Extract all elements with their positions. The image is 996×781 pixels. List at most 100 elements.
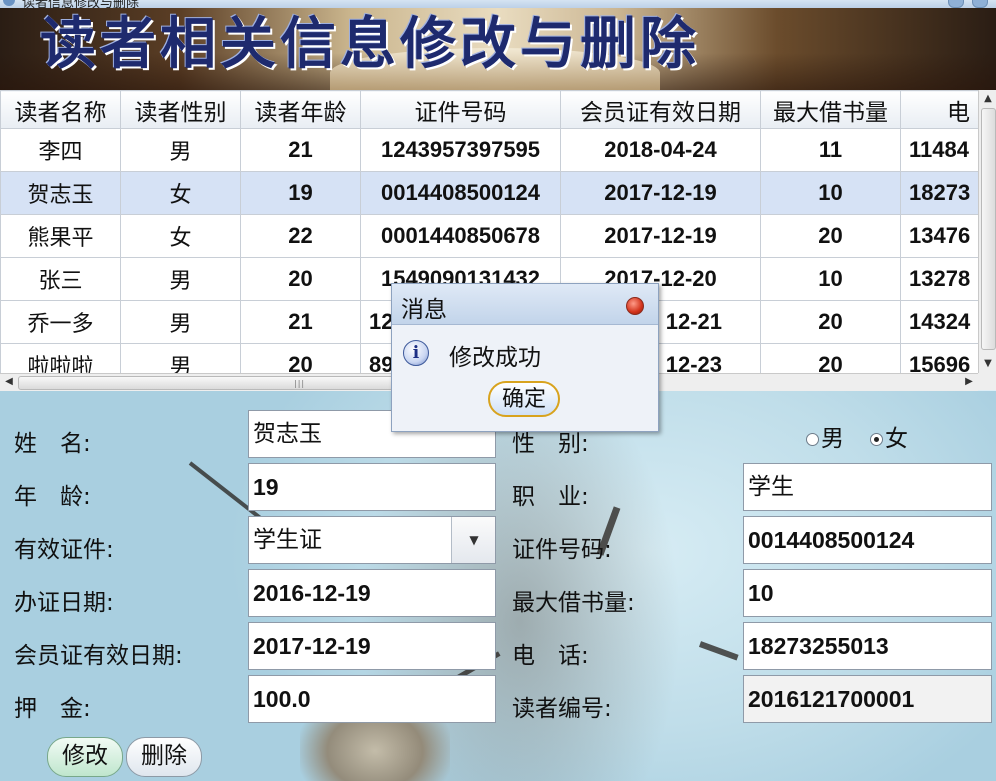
column-header-name[interactable]: 读者名称 [0,90,121,129]
cell-expiry-date[interactable]: 2017-12-19 [560,171,761,215]
cell-name[interactable]: 李四 [0,128,121,172]
cell-id-number[interactable]: 0014408500124 [360,171,561,215]
column-header-id-number[interactable]: 证件号码 [360,90,561,129]
id-type-label: 有效证件: [14,537,114,563]
cell-age[interactable]: 19 [240,171,361,215]
cell-name[interactable]: 张三 [0,257,121,301]
dialog-titlebar[interactable]: 消息 [392,284,658,325]
header-banner: 读者相关信息修改与删除 [0,8,996,90]
message-dialog[interactable]: 消息 i 修改成功 确定 [391,283,659,432]
cell-max-borrow[interactable]: 20 [760,343,901,373]
cell-max-borrow[interactable]: 10 [760,257,901,301]
job-field[interactable]: 学生 [743,463,992,511]
cell-gender[interactable]: 男 [120,128,241,172]
name-label: 姓 名: [14,431,91,457]
close-icon[interactable] [626,297,644,315]
cell-max-borrow[interactable]: 20 [760,214,901,258]
reader-id-field[interactable]: 2016121700001 [743,675,992,723]
cell-max-borrow[interactable]: 11 [760,128,901,172]
deposit-label: 押 金: [14,696,91,722]
cell-name[interactable]: 啦啦啦 [0,343,121,373]
ok-button[interactable]: 确定 [488,381,560,417]
scroll-up-arrow-icon[interactable]: ▲ [981,92,995,106]
phone-field[interactable]: 18273255013 [743,622,992,670]
vertical-scroll-thumb[interactable] [981,108,996,350]
scroll-grip-icon: ||| [294,379,306,388]
id-number-label: 证件号码: [512,537,612,563]
window-title: 读者信息修改与删除 [22,0,140,8]
cell-phone[interactable]: 11484 [900,128,978,172]
table-row[interactable]: 李四 男 21 1243957397595 2018-04-24 11 1148… [0,128,978,172]
cell-gender[interactable]: 男 [120,257,241,301]
column-header-expiry-date[interactable]: 会员证有效日期 [560,90,761,129]
reader-edit-form: 姓 名: 贺志玉 性 别: 男 女 年 龄: 19 职 业: 学生 有效证件: … [0,391,996,781]
deposit-field[interactable]: 100.0 [248,675,496,723]
cell-age[interactable]: 20 [240,343,361,373]
gender-male-label: 男 [821,426,844,452]
cell-phone[interactable]: 15696 [900,343,978,373]
radio-button-selected-icon[interactable] [870,433,883,446]
banner-title: 读者相关信息修改与删除 [40,11,700,77]
age-field[interactable]: 19 [248,463,496,511]
table-row[interactable]: 熊果平 女 22 0001440850678 2017-12-19 20 134… [0,214,978,258]
cell-name[interactable]: 贺志玉 [0,171,121,215]
column-header-max-borrow[interactable]: 最大借书量 [760,90,901,129]
window-titlebar: 读者信息修改与删除 [0,0,996,8]
gender-male-radio[interactable]: 男 [806,419,844,453]
cell-gender[interactable]: 男 [120,343,241,373]
dialog-title: 消息 [401,297,447,323]
job-label: 职 业: [512,484,589,510]
reader-id-label: 读者编号: [512,696,612,722]
cell-name[interactable]: 熊果平 [0,214,121,258]
cell-phone[interactable]: 13476 [900,214,978,258]
max-borrow-field[interactable]: 10 [743,569,992,617]
issue-date-field[interactable]: 2016-12-19 [248,569,496,617]
cell-phone[interactable]: 13278 [900,257,978,301]
cell-gender[interactable]: 男 [120,300,241,344]
modify-button[interactable]: 修改 [47,737,123,777]
column-header-gender[interactable]: 读者性别 [120,90,241,129]
cell-id-number[interactable]: 1243957397595 [360,128,561,172]
phone-label: 电 话: [512,643,589,669]
cell-expiry-date[interactable]: 2017-12-19 [560,214,761,258]
cell-max-borrow[interactable]: 10 [760,171,901,215]
cell-gender[interactable]: 女 [120,171,241,215]
cell-max-borrow[interactable]: 20 [760,300,901,344]
table-vertical-scrollbar[interactable]: ▲ ▼ [978,90,996,373]
cell-phone[interactable]: 18273 [900,171,978,215]
close-window-button[interactable] [972,0,988,8]
cell-age[interactable]: 21 [240,300,361,344]
id-type-select[interactable]: 学生证 ▼ [248,516,496,564]
minimize-button[interactable] [948,0,964,8]
scroll-down-arrow-icon[interactable]: ▼ [981,357,995,371]
id-type-selected-value: 学生证 [253,527,322,553]
gender-female-radio[interactable]: 女 [870,419,908,453]
background-decoration [698,641,739,661]
info-icon: i [403,340,429,366]
cell-age[interactable]: 22 [240,214,361,258]
issue-date-label: 办证日期: [14,590,114,616]
scroll-right-arrow-icon[interactable]: ▶ [962,375,976,389]
cell-age[interactable]: 20 [240,257,361,301]
cell-age[interactable]: 21 [240,128,361,172]
table-row-selected[interactable]: 贺志玉 女 19 0014408500124 2017-12-19 10 182… [0,171,978,215]
cell-expiry-date[interactable]: 2018-04-24 [560,128,761,172]
column-header-phone[interactable]: 电 [900,90,978,129]
scroll-left-arrow-icon[interactable]: ◀ [2,375,16,389]
table-header-row: 读者名称 读者性别 读者年龄 证件号码 会员证有效日期 最大借书量 电 [0,90,978,129]
age-label: 年 龄: [14,484,91,510]
expiry-date-field[interactable]: 2017-12-19 [248,622,496,670]
expiry-date-label: 会员证有效日期: [14,643,183,669]
radio-button-icon[interactable] [806,433,819,446]
chevron-down-icon[interactable]: ▼ [451,517,495,563]
delete-button[interactable]: 删除 [126,737,202,777]
cell-name[interactable]: 乔一多 [0,300,121,344]
id-number-field[interactable]: 0014408500124 [743,516,992,564]
cell-gender[interactable]: 女 [120,214,241,258]
max-borrow-label: 最大借书量: [512,590,635,616]
app-icon [3,0,15,6]
cell-phone[interactable]: 14324 [900,300,978,344]
scroll-corner [978,373,996,390]
column-header-age[interactable]: 读者年龄 [240,90,361,129]
cell-id-number[interactable]: 0001440850678 [360,214,561,258]
